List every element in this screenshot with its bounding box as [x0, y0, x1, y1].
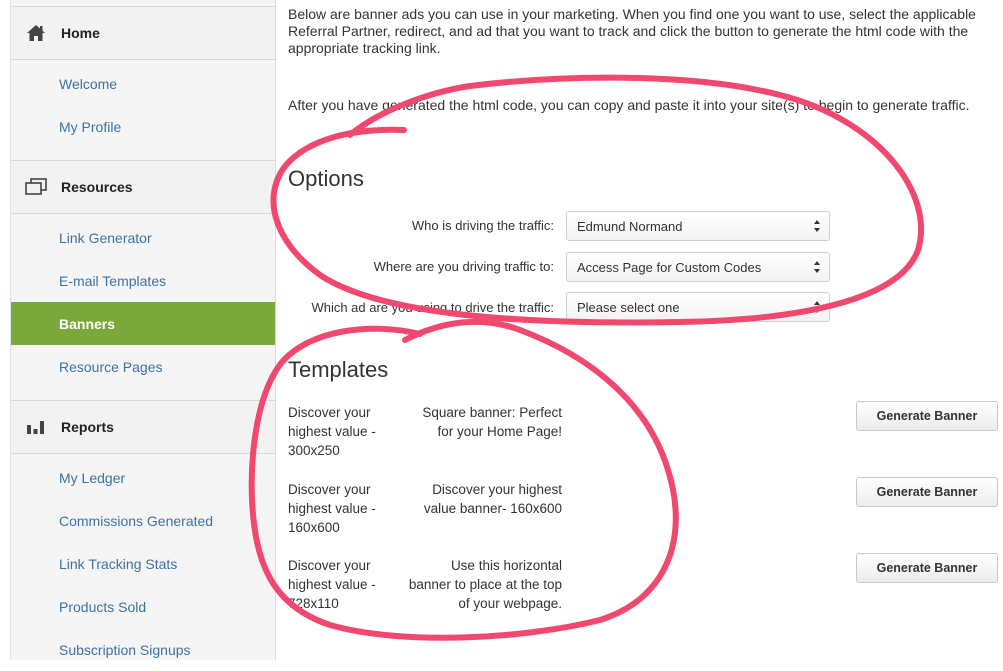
- sidebar-item-my-profile[interactable]: My Profile: [11, 105, 275, 148]
- template-description: Use this horizontal banner to place at t…: [408, 558, 562, 611]
- select-arrows-icon: [814, 301, 820, 313]
- sidebar-item-email-templates[interactable]: E-mail Templates: [11, 259, 275, 302]
- intro-paragraph-2: After you have generated the html code, …: [288, 97, 970, 113]
- bar-chart-icon: [25, 417, 47, 437]
- sidebar-section-resources[interactable]: Resources: [11, 160, 275, 214]
- sidebar-item-welcome[interactable]: Welcome: [11, 62, 275, 105]
- sidebar-item-commissions-generated[interactable]: Commissions Generated: [11, 499, 275, 542]
- resources-icon: [25, 177, 47, 197]
- sidebar-item-my-ledger[interactable]: My Ledger: [11, 456, 275, 499]
- generate-banner-button[interactable]: Generate Banner: [856, 553, 998, 583]
- sidebar-item-link-tracking-stats[interactable]: Link Tracking Stats: [11, 542, 275, 585]
- sidebar-section-title: Reports: [61, 419, 114, 435]
- traffic-driver-select[interactable]: Edmund Normand: [566, 211, 830, 241]
- main-content: Below are banner ads you can use in your…: [288, 0, 1000, 660]
- select-value: Access Page for Custom Codes: [577, 259, 762, 275]
- sidebar: Home Welcome My Profile Resources Link G…: [10, 0, 276, 660]
- select-arrows-icon: [814, 220, 820, 232]
- traffic-driver-label: Who is driving the traffic:: [411, 218, 554, 233]
- sidebar-item-link-generator[interactable]: Link Generator: [11, 216, 275, 259]
- options-heading: Options: [288, 166, 364, 191]
- ad-choice-select[interactable]: Please select one: [566, 292, 830, 322]
- sidebar-section-home[interactable]: Home: [11, 6, 275, 60]
- sidebar-section-title: Resources: [61, 179, 133, 195]
- ad-choice-label: Which ad are you using to drive the traf…: [311, 300, 554, 315]
- generate-banner-button[interactable]: Generate Banner: [856, 401, 998, 431]
- sidebar-section-reports[interactable]: Reports: [11, 400, 275, 454]
- sidebar-item-subscription-signups[interactable]: Subscription Signups: [11, 628, 275, 671]
- select-arrows-icon: [814, 261, 820, 273]
- template-description: Square banner: Perfect for your Home Pag…: [422, 405, 562, 439]
- template-name: Discover your highest value - 160x600: [288, 482, 376, 535]
- template-description: Discover your highest value banner- 160x…: [423, 482, 562, 516]
- sidebar-section-title: Home: [61, 25, 100, 41]
- select-value: Edmund Normand: [577, 218, 683, 234]
- sidebar-item-products-sold[interactable]: Products Sold: [11, 585, 275, 628]
- traffic-destination-select[interactable]: Access Page for Custom Codes: [566, 252, 830, 282]
- traffic-destination-label: Where are you driving traffic to:: [373, 259, 554, 274]
- sidebar-item-banners[interactable]: Banners: [11, 302, 275, 345]
- select-value: Please select one: [577, 299, 680, 315]
- sidebar-item-resource-pages[interactable]: Resource Pages: [11, 345, 275, 388]
- templates-heading: Templates: [288, 357, 389, 382]
- template-name: Discover your highest value - 300x250: [288, 405, 376, 458]
- home-icon: [25, 23, 47, 43]
- generate-banner-button[interactable]: Generate Banner: [856, 477, 998, 507]
- intro-paragraph: Below are banner ads you can use in your…: [288, 6, 976, 56]
- template-name: Discover your highest value - 728x110: [288, 558, 376, 611]
